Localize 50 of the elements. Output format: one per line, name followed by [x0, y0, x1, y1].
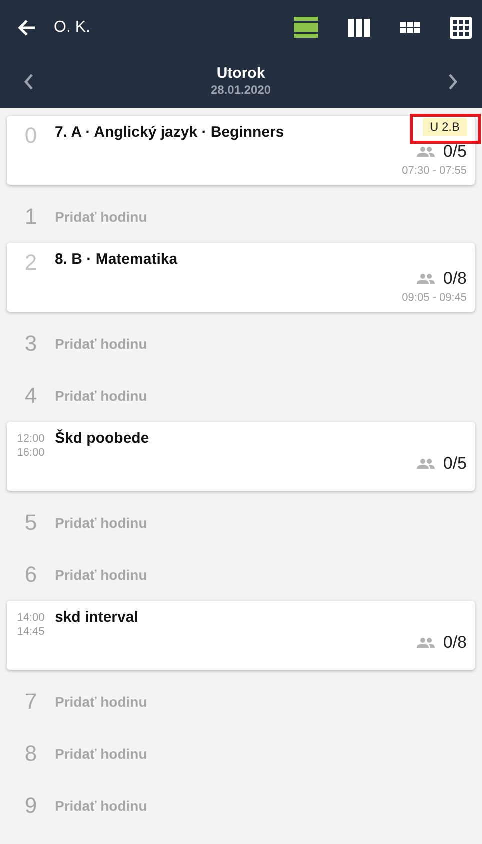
add-lesson-link[interactable]: Pridať hodinu — [55, 744, 148, 764]
room-tag: U 2.B — [422, 118, 467, 136]
lesson-card[interactable]: 2 8. B · Matematika 0/8 09:05 - 09:45 — [7, 243, 475, 312]
lesson-title: skd interval — [55, 609, 140, 627]
start-time: 12:00 — [17, 432, 45, 446]
add-lesson-link[interactable]: Pridať hodinu — [55, 386, 148, 406]
period-number: 7 — [24, 691, 38, 713]
previous-day-icon[interactable] — [24, 74, 34, 90]
add-lesson-link[interactable]: Pridať hodinu — [55, 334, 148, 354]
lesson-title: Škd poobede — [55, 430, 150, 448]
period-number: 9 — [24, 795, 38, 817]
back-arrow-icon[interactable] — [17, 18, 36, 36]
end-time: 14:45 — [17, 625, 45, 639]
period-number: 1 — [24, 206, 38, 228]
next-day-icon[interactable] — [448, 74, 458, 90]
add-lesson-link[interactable]: Pridať hodinu — [55, 206, 148, 228]
period-number: 4 — [24, 385, 38, 407]
lesson-card[interactable]: 12:00 16:00 Škd poobede 0/5 — [7, 422, 475, 491]
date-text: 28.01.2020 — [210, 83, 272, 98]
columns-view-icon[interactable] — [348, 18, 370, 36]
rows-view-icon[interactable] — [294, 17, 318, 38]
header-title: O. K. — [54, 18, 90, 38]
lesson-card[interactable]: 14:00 14:45 skd interval 0/8 — [7, 601, 475, 670]
attendance-count: 0/5 — [443, 454, 467, 474]
period-number: 0 — [24, 125, 38, 147]
people-icon — [417, 638, 436, 648]
add-lesson-link[interactable]: Pridať hodinu — [55, 796, 148, 816]
time-range: 09:05 - 09:45 — [402, 291, 467, 306]
people-icon — [417, 459, 436, 469]
period-number: 3 — [24, 333, 38, 355]
day-name: Utorok — [216, 65, 266, 83]
period-number: 8 — [24, 743, 38, 765]
grid-view-icon[interactable] — [450, 16, 472, 38]
people-icon — [417, 147, 436, 157]
attendance-count: 0/5 — [443, 142, 467, 162]
add-lesson-link[interactable]: Pridať hodinu — [55, 692, 148, 712]
start-time: 14:00 — [17, 611, 45, 625]
add-lesson-link[interactable]: Pridať hodinu — [55, 512, 148, 534]
period-number: 6 — [24, 564, 38, 586]
period-number: 2 — [24, 252, 38, 274]
period-number: 5 — [24, 512, 38, 534]
time-range: 07:30 - 07:55 — [402, 164, 467, 179]
attendance-count: 0/8 — [443, 633, 467, 653]
add-lesson-link[interactable]: Pridať hodinu — [55, 564, 148, 586]
end-time: 16:00 — [17, 446, 45, 460]
lesson-title: 8. B · Matematika — [55, 251, 179, 269]
small-grid-view-icon[interactable] — [400, 22, 420, 33]
attendance-count: 0/8 — [443, 269, 467, 289]
people-icon — [417, 274, 436, 284]
lesson-title: 7. A · Anglický jazyk · Beginners — [55, 124, 286, 142]
